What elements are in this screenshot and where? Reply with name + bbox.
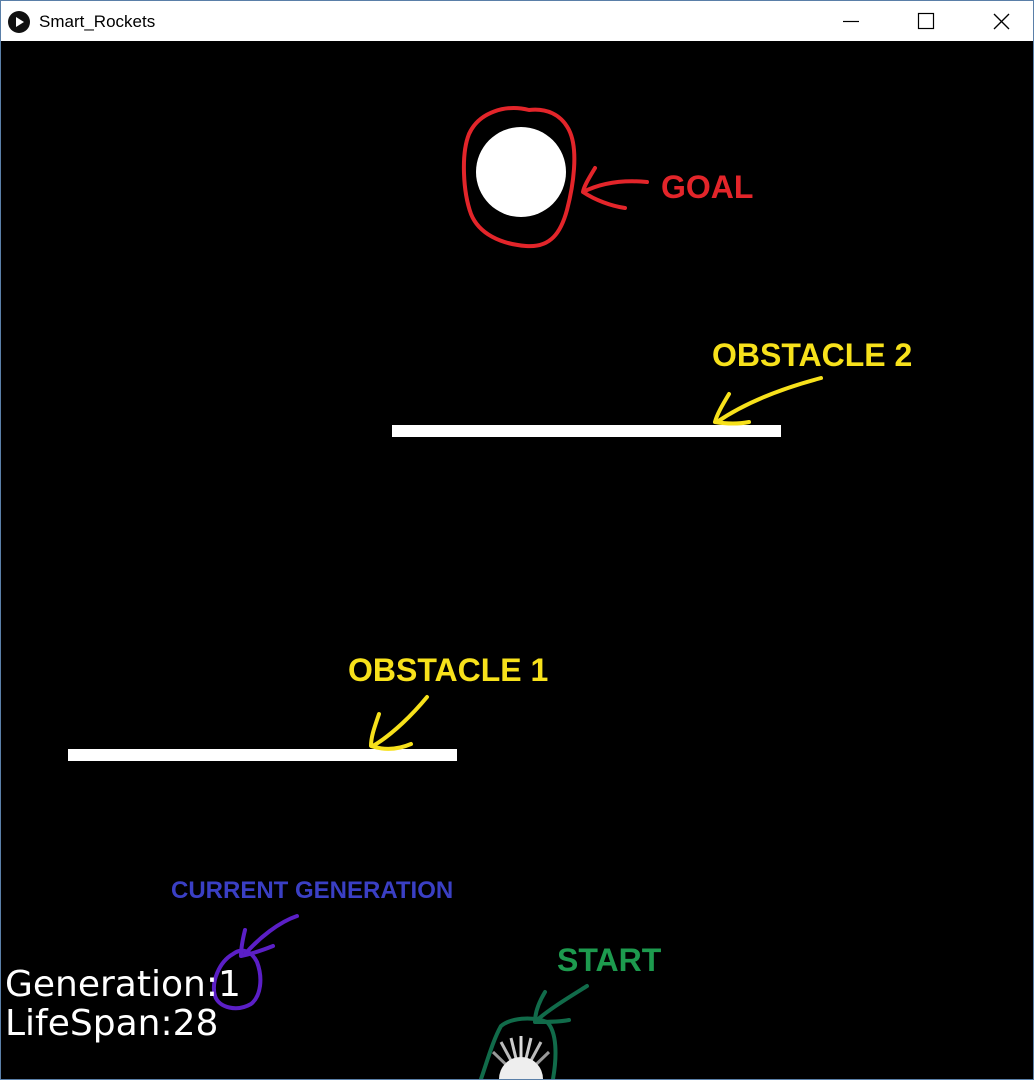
current-generation-label: CURRENT GENERATION	[171, 877, 454, 904]
close-button[interactable]	[978, 1, 1024, 41]
goal-arrow	[581, 166, 649, 210]
minimize-icon	[843, 20, 859, 23]
scene-layer	[68, 106, 823, 1079]
title-bar[interactable]: Smart_Rockets	[1, 1, 1033, 41]
generation-marker-arrow	[239, 914, 299, 958]
obstacle-2-bar	[392, 425, 781, 437]
window-title: Smart_Rockets	[39, 12, 156, 31]
maximize-icon	[917, 12, 935, 30]
obstacle-1-bar	[68, 749, 457, 761]
sketch-canvas[interactable]: GOAL OBSTACLE 2 OBSTACLE 1 CURRENT GENER…	[1, 42, 1033, 1079]
lifespan-counter: LifeSpan:28	[5, 1003, 219, 1044]
start-arrow	[533, 984, 589, 1024]
generation-counter: Generation:1	[5, 964, 241, 1005]
rocket-start-cluster	[491, 1036, 551, 1079]
close-icon	[993, 13, 1010, 30]
obstacle-2-arrow	[713, 376, 823, 426]
obstacle-2-label: OBSTACLE 2	[712, 337, 913, 373]
goal-target	[476, 127, 566, 217]
start-label: START	[557, 942, 662, 978]
maximize-button[interactable]	[902, 1, 948, 41]
app-window: Smart_Rockets GOAL OBSTACLE 2 OBSTACLE 1…	[0, 0, 1034, 1080]
obstacle-1-label: OBSTACLE 1	[348, 652, 549, 688]
goal-label: GOAL	[661, 169, 754, 205]
minimize-button[interactable]	[829, 1, 875, 41]
obstacle-1-arrow	[369, 695, 429, 751]
processing-play-icon	[8, 11, 30, 33]
